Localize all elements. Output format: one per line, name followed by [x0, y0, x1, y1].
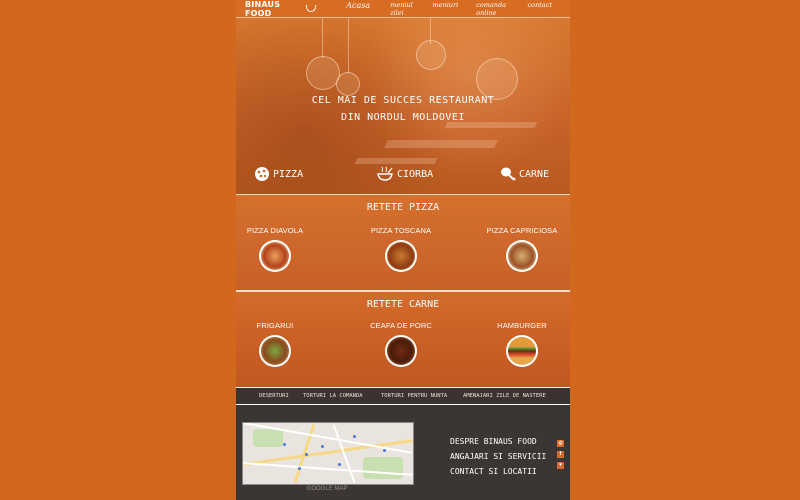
brand-name: BINAUS FOOD: [245, 0, 281, 18]
meat-recipes-section: RETETE CARNE FRIGARUI CEAFA DE PORC HAMB…: [236, 290, 570, 389]
nav-comanda-online[interactable]: comanda online: [476, 1, 509, 17]
map-pin-icon[interactable]: [321, 445, 324, 448]
frigarui-label: FRIGARUI: [256, 321, 294, 330]
nav-meniuri[interactable]: meniuri: [433, 1, 459, 17]
map-pin-icon[interactable]: [383, 449, 386, 452]
footer: GOOGLE MAP DESPRE BINAUS FOOD ANGAJARI S…: [236, 405, 570, 500]
lamp-cord: [348, 18, 349, 74]
category-links: PIZZA CIORBA CARNE: [236, 166, 570, 186]
link-despre[interactable]: DESPRE BINAUS FOOD: [450, 434, 546, 449]
category-ciorba[interactable]: CIORBA: [376, 166, 433, 182]
ceafa-de-porc-label: CEAFA DE PORC: [370, 321, 432, 330]
map-pin-icon[interactable]: [338, 463, 341, 466]
map-road: [332, 424, 356, 483]
category-carne[interactable]: CARNE: [500, 166, 549, 182]
hero-headline: CEL MAI DE SUCCES RESTAURANT DIN NORDUL …: [236, 92, 570, 126]
facebook-icon[interactable]: f: [557, 451, 564, 458]
desserts-bar: DESERTURI TORTURI LA COMANDA TORTURI PEN…: [236, 387, 570, 405]
social-links: ◎ f ▾: [557, 440, 565, 473]
link-amenajari-zile-de-nastere[interactable]: AMENAJARI ZILE DE NASTERE: [463, 393, 546, 399]
ceafa-de-porc-card[interactable]: CEAFA DE PORC: [346, 321, 456, 367]
category-carne-label: CARNE: [519, 168, 550, 180]
pizza-recipes-section: RETETE PIZZA PIZZA DIAVOLA PIZZA TOSCANA…: [236, 194, 570, 290]
map-pin-icon[interactable]: [283, 443, 286, 446]
footer-links: DESPRE BINAUS FOOD ANGAJARI SI SERVICII …: [450, 434, 546, 479]
hero-headline-line2: DIN NORDUL MOLDOVEI: [341, 112, 465, 123]
category-pizza-label: PIZZA: [273, 168, 304, 180]
link-contact-locatii[interactable]: CONTACT SI LOCATII: [450, 464, 546, 479]
table-decoration: [354, 158, 438, 164]
carne-section-title: RETETE CARNE: [366, 299, 440, 310]
soup-bowl-icon: [377, 166, 393, 181]
map-caption: GOOGLE MAP: [306, 486, 348, 492]
pizza-capriciosa-image[interactable]: [506, 240, 538, 272]
nav-meniul-zilei[interactable]: meniul zilei: [390, 1, 414, 17]
category-ciorba-label: CIORBA: [397, 168, 434, 180]
frigarui-card[interactable]: FRIGARUI: [236, 321, 330, 367]
hamburger-image[interactable]: [506, 335, 538, 367]
page: BINAUS FOOD Acasa meniul zilei meniuri c…: [236, 0, 570, 500]
top-navbar: BINAUS FOOD Acasa meniul zilei meniuri c…: [236, 0, 570, 18]
lamp-cord: [322, 18, 323, 58]
link-deserturi[interactable]: DESERTURI: [259, 393, 289, 399]
pizza-diavola-label: PIZZA DIAVOLA: [246, 226, 304, 235]
map-park: [363, 457, 403, 479]
hamburger-label: HAMBURGER: [497, 321, 547, 330]
map-pin-icon[interactable]: [305, 453, 308, 456]
main-nav: Acasa meniul zilei meniuri comanda onlin…: [346, 1, 570, 17]
pizza-capriciosa-label: PIZZA CAPRICIOSA: [486, 226, 558, 235]
google-map[interactable]: [242, 422, 414, 485]
link-angajari[interactable]: ANGAJARI SI SERVICII: [450, 449, 546, 464]
pizza-toscana-card[interactable]: PIZZA TOSCANA: [346, 226, 456, 272]
map-pin-icon[interactable]: [298, 467, 301, 470]
pizza-section-title: RETETE PIZZA: [366, 202, 440, 213]
lamp-decoration: [416, 40, 446, 70]
ceafa-de-porc-image[interactable]: [385, 335, 417, 367]
pizza-toscana-label: PIZZA TOSCANA: [370, 226, 432, 235]
pizza-icon: [255, 167, 269, 181]
pizza-diavola-image[interactable]: [259, 240, 291, 272]
nav-acasa[interactable]: Acasa: [346, 1, 370, 17]
pizza-toscana-image[interactable]: [385, 240, 417, 272]
pizza-diavola-card[interactable]: PIZZA DIAVOLA: [236, 226, 330, 272]
hamburger-card[interactable]: HAMBURGER: [467, 321, 570, 367]
bowl-icon: [305, 5, 317, 12]
hero-headline-line1: CEL MAI DE SUCCES RESTAURANT: [311, 95, 495, 106]
lamp-decoration: [306, 56, 340, 90]
map-pin-icon[interactable]: [353, 435, 356, 438]
pizza-capriciosa-card[interactable]: PIZZA CAPRICIOSA: [467, 226, 570, 272]
link-torturi-pentru-nunta[interactable]: TORTURI PENTRU NUNTA: [381, 393, 447, 399]
table-decoration: [384, 140, 498, 148]
link-torturi-la-comanda[interactable]: TORTURI LA COMANDA: [303, 393, 363, 399]
instagram-icon[interactable]: ◎: [557, 440, 564, 447]
brand-logo[interactable]: BINAUS FOOD: [245, 0, 317, 18]
twitter-icon[interactable]: ▾: [557, 462, 564, 469]
drumstick-icon: [501, 167, 516, 181]
hero-banner: CEL MAI DE SUCCES RESTAURANT DIN NORDUL …: [236, 18, 570, 194]
category-pizza[interactable]: PIZZA: [254, 166, 303, 182]
frigarui-image[interactable]: [259, 335, 291, 367]
map-park: [253, 429, 283, 447]
nav-contact[interactable]: contact: [528, 1, 552, 17]
